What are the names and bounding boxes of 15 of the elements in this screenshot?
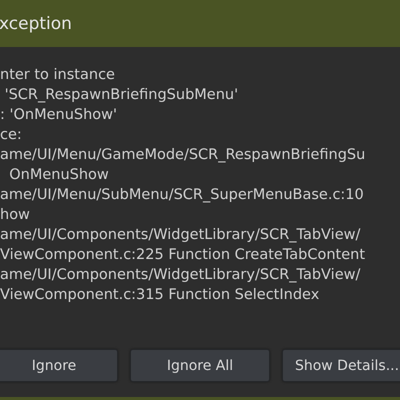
message-line: ViewComponent.c:315 Function SelectIndex [0,286,320,305]
dialog-button[interactable]: Ignore All [130,349,270,382]
message-line: ViewComponent.c:225 Function CreateTabContent [0,246,366,265]
message-line: ame/UI/Menu/GameMode/SCR_RespawnBriefingSu [0,146,366,165]
message-line: ame/UI/Menu/SubMenu/SCR_SuperMenuBase.c:10 [0,186,364,205]
dialog-button[interactable]: Ignore [0,349,118,382]
message-line: OnMenuShow [8,166,109,185]
message-line: : 'OnMenuShow' [0,106,118,125]
message-line: how [0,206,30,225]
message-line: ame/UI/Components/WidgetLibrary/SCR_TabView/ [0,266,360,285]
message-line: ame/UI/Components/WidgetLibrary/SCR_TabView/ [0,226,360,245]
dialog-button[interactable]: Show Details... [282,349,400,382]
message-line: ce: [0,126,22,145]
message-line: nter to instance [0,66,115,85]
message-line: 'SCR_RespawnBriefingSubMenu' [4,86,238,105]
